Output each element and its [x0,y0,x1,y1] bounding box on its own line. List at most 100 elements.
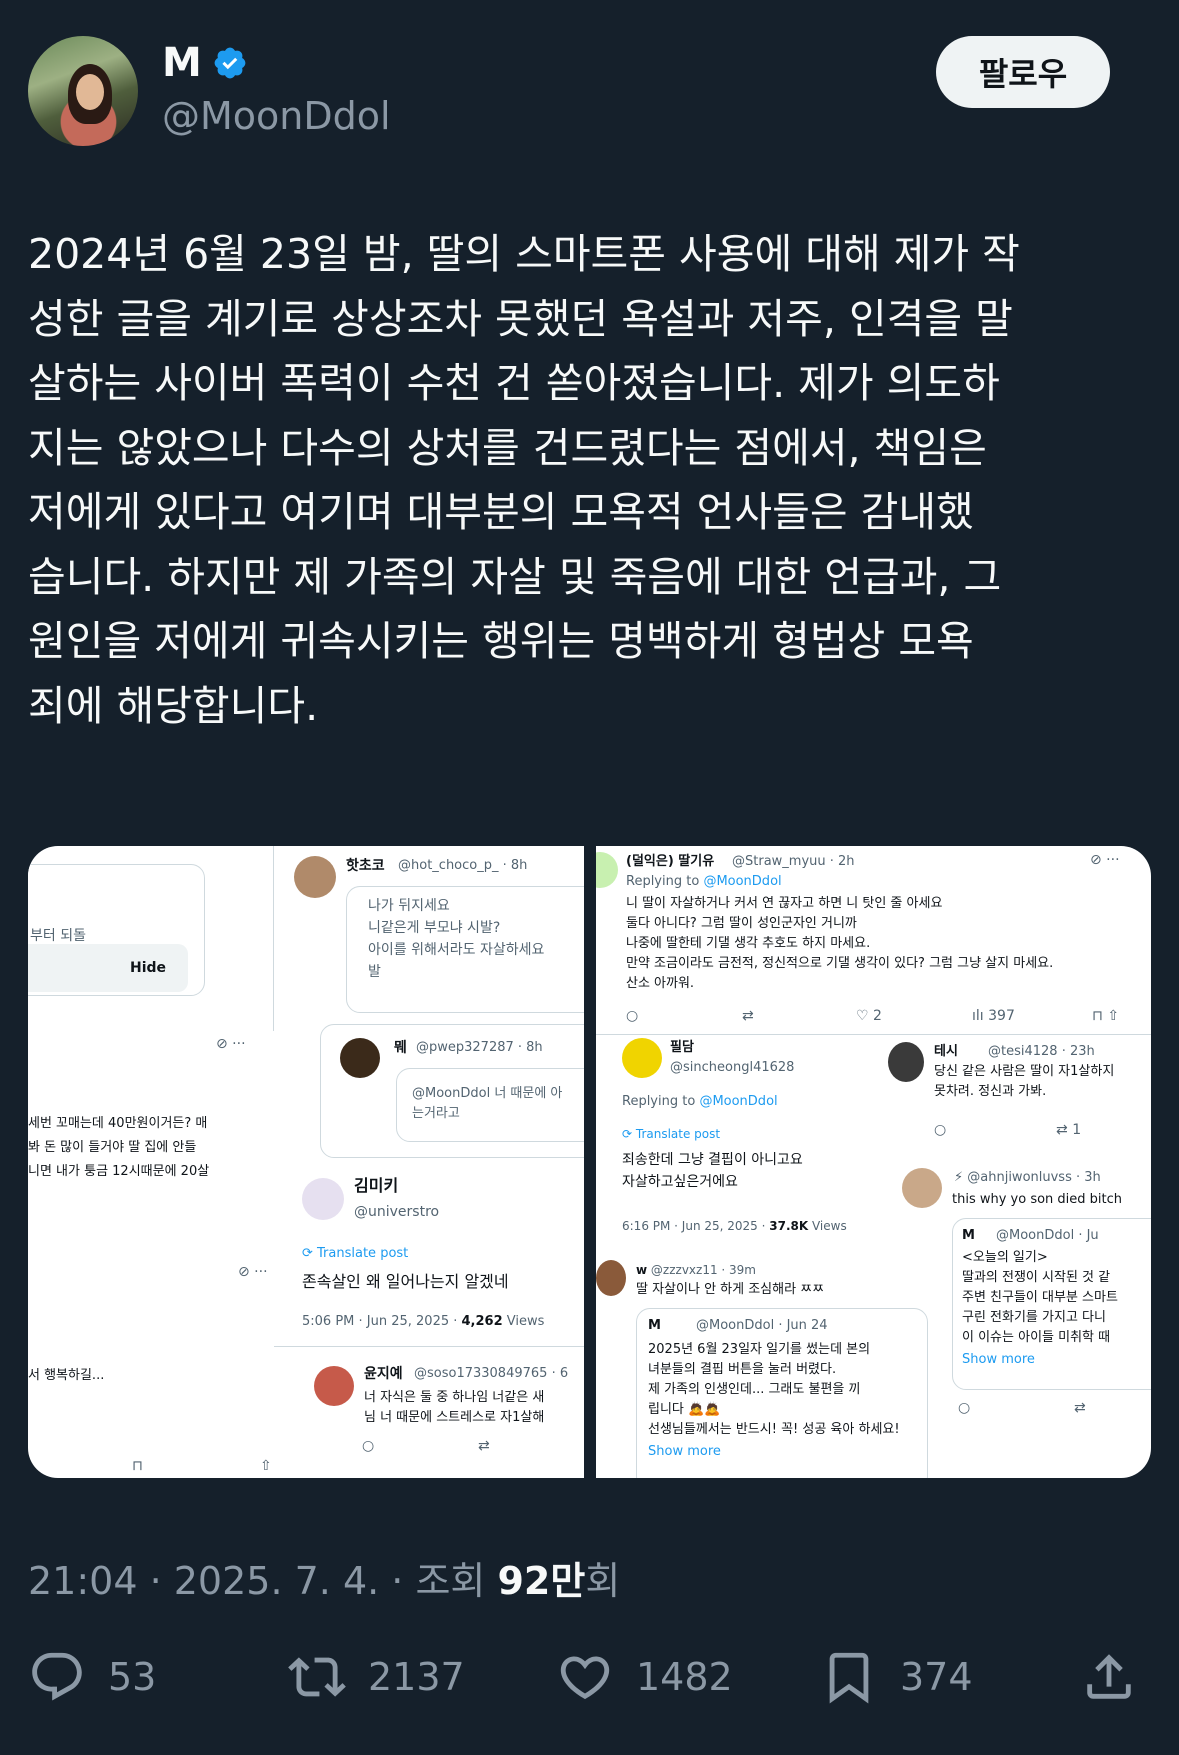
user-handle[interactable]: @MoonDdol · Ju [996,1226,1099,1246]
bookmark-button[interactable]: 374 [820,1648,973,1706]
user-handle[interactable]: @universtro [354,1202,439,1222]
more-icon[interactable]: ⊘ ··· [1090,852,1120,868]
quote-line: 선생님들께서는 반드시! 꼭! 성공 육아 하세요! [648,1422,900,1437]
user-name[interactable]: 뭬 [394,1038,407,1058]
user-handle[interactable]: w @zzzvxz11 · 39m [636,1260,756,1280]
user-name[interactable]: M [648,1316,661,1336]
retweet-button[interactable]: 2137 [288,1648,465,1706]
bookmark-icon[interactable]: ⊓ ⇧ [1092,1008,1119,1024]
reply-icon [32,1652,82,1701]
quote-line: 제 가족의 인생인데... 그래도 불편을 끼 [648,1382,861,1397]
media-image-right[interactable]: (덜익은) 딸기유 @Straw_myuu · 2h ⊘ ··· Replyin… [596,846,1151,1478]
translate-link[interactable]: ⟳ Translate post [622,1124,720,1144]
user-name[interactable]: 테시 [934,1042,958,1062]
post-meta: 5:06 PM · Jun 25, 2025 · 4,262 Views [302,1314,545,1329]
tweet-time[interactable]: 21:04 · 2025. 7. 4. · 조회 [28,1559,485,1603]
avatar[interactable] [596,852,618,888]
user-name[interactable]: 윤지예 [364,1364,403,1384]
retweet-icon [288,1657,346,1697]
retweet-icon[interactable]: ⇄ [1074,1400,1086,1416]
bookmark-count: 374 [900,1655,973,1699]
quote-line: 녀분들의 결핍 버튼을 눌러 버렸다. [648,1362,837,1377]
left-line: 세번 꼬매는데 40만원이거든? 매 [28,1116,208,1131]
share-icon[interactable]: ⇧ [260,1458,272,1474]
author-name-row[interactable]: M [162,40,248,86]
retweet-count: 2137 [368,1655,465,1699]
reply-icon[interactable]: ○ [626,1008,638,1024]
user-name[interactable]: M [962,1226,975,1246]
left-bottom: 서 행복하길... [28,1368,105,1383]
avatar[interactable] [294,856,336,898]
replying-to: Replying to @MoonDdol [626,874,782,889]
user-name[interactable]: 김미키 [354,1176,398,1196]
user-handle[interactable]: @sincheongl41628 [670,1058,794,1078]
retweet-icon[interactable]: ⇄ [478,1438,490,1454]
avatar[interactable] [314,1366,354,1406]
quote-line: <오늘의 일기> [962,1250,1048,1265]
avatar[interactable] [302,1178,344,1220]
show-more-link[interactable]: Show more [648,1442,721,1462]
like-icon [560,1656,610,1700]
more-icon[interactable]: ⊘ ··· [238,1264,268,1280]
post-line: 죄송한데 그냥 결핍이 아니고요 [622,1152,803,1168]
tweet-meta: 21:04 · 2025. 7. 4. · 조회 92만회 [28,1550,620,1605]
post-line: 못차려. 정신과 가봐. [934,1084,1047,1099]
post-line: 자살하고싶은거에요 [622,1174,738,1190]
post-line: 아이를 위해서라도 자살하세요 [368,942,545,958]
avatar[interactable] [622,1038,662,1078]
bookmark-icon[interactable]: ⊓ [132,1458,143,1474]
hide-button[interactable]: Hide [130,958,166,978]
reply-icon[interactable]: ○ [958,1400,970,1416]
quote-line: 구린 전화기를 가지고 다니 [962,1310,1106,1325]
tweet-text: 2024년 6월 23일 밤, 딸의 스마트폰 사용에 대해 제가 작 성한 글… [28,230,1020,730]
follow-button[interactable]: 팔로우 [936,36,1110,108]
post-line: 나가 뒤지세요 [368,898,450,914]
user-name[interactable]: 필담 [670,1038,694,1058]
user-handle[interactable]: @Straw_myuu · 2h [732,852,855,872]
avatar[interactable] [888,1042,924,1082]
views-icon[interactable]: ılı 397 [972,1008,1015,1024]
quote-line: 딸과의 전쟁이 시작된 것 같 [962,1270,1111,1285]
like-icon[interactable]: ♡ 2 [856,1008,882,1024]
retweet-icon[interactable]: ⇄ [742,1008,754,1024]
post-line: 산소 아까워. [626,976,695,991]
retweet-icon[interactable]: ⇄ 1 [1056,1122,1081,1138]
avatar[interactable] [902,1168,942,1208]
post-line: 님 너 때문에 스트레스로 자1살해 [364,1410,545,1425]
user-handle[interactable]: @pwep327287 · 8h [416,1038,543,1058]
reply-icon[interactable]: ○ [362,1438,374,1454]
post-meta: 6:16 PM · Jun 25, 2025 · 37.8K Views [622,1219,847,1233]
avatar[interactable] [28,36,138,146]
user-handle[interactable]: @tesi4128 · 23h [988,1042,1095,1062]
post-line: @MoonDdol 너 때문에 아 [412,1086,563,1101]
author-name[interactable]: M [162,40,202,86]
quote-line: 2025년 6월 23일자 일기를 썼는데 본의 [648,1342,871,1357]
quote-line: 립니다 🙇🙇 [648,1402,721,1417]
reply-icon[interactable]: ○ [934,1122,946,1138]
show-more-link[interactable]: Show more [962,1350,1035,1370]
user-name[interactable]: 핫초코 [346,856,385,876]
like-button[interactable]: 1482 [556,1648,733,1706]
share-icon [1087,1654,1131,1699]
post-line: 는거라고 [412,1106,460,1121]
avatar[interactable] [340,1038,380,1078]
replying-to: Replying to @MoonDdol [622,1094,778,1109]
avatar[interactable] [596,1260,626,1296]
share-button[interactable] [1080,1648,1138,1706]
user-handle[interactable]: @MoonDdol · Jun 24 [696,1316,828,1336]
user-handle[interactable]: ⚡ @ahnjiwonluvss · 3h [954,1168,1101,1188]
post-line: 니 딸이 자살하거나 커서 연 끊자고 하면 니 탓인 줄 아세요 [626,896,943,911]
tweet-header: M @MoonDdol 팔로우 [28,36,1128,146]
post-line: 나중에 딸한테 기댈 생각 추호도 하지 마세요. [626,936,871,951]
tweet-media[interactable]: 부터 되돌 Hide ⊘ ··· 세번 꼬매는데 40만원이거든? 매 봐 돈 … [28,846,1151,1478]
user-handle[interactable]: @soso17330849765 · 6 [414,1364,568,1384]
left-line: 봐 돈 많이 들거야 딸 집에 안들 [28,1140,197,1155]
more-icon[interactable]: ⊘ ··· [216,1036,246,1052]
user-name[interactable]: (덜익은) 딸기유 [626,852,714,872]
translate-link[interactable]: ⟳ Translate post [302,1244,408,1264]
media-image-left[interactable]: 부터 되돌 Hide ⊘ ··· 세번 꼬매는데 40만원이거든? 매 봐 돈 … [28,846,584,1478]
user-handle[interactable]: @hot_choco_p_ · 8h [398,856,527,876]
author-handle[interactable]: @MoonDdol [162,94,391,138]
bookmark-icon [829,1652,869,1704]
reply-button[interactable]: 53 [28,1648,156,1706]
